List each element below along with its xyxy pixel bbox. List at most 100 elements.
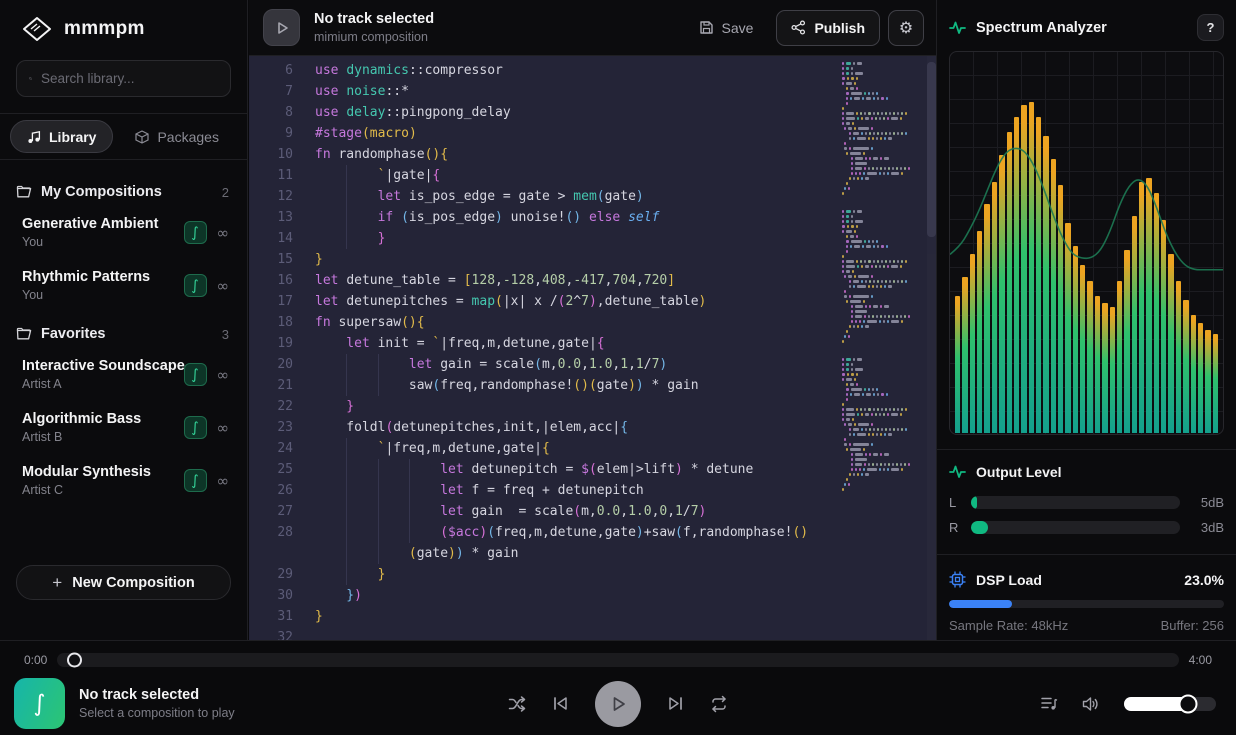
code-line[interactable]: 29}: [249, 564, 936, 585]
code-line[interactable]: 23foldl(detunepitches,init,|elem,acc|{: [249, 417, 936, 438]
code-line[interactable]: (gate)) * gain: [249, 543, 936, 564]
indent-guides: [315, 522, 440, 543]
sidebar-tabs: Library Packages: [0, 113, 247, 160]
code-line[interactable]: 19let init = `|freq,m,detune,gate|{: [249, 333, 936, 354]
code-line[interactable]: 28($acc)(freq,m,detune,gate)+saw(f,rando…: [249, 522, 936, 543]
dsp-progress-track: [949, 600, 1224, 608]
now-playing-title: No track selected: [79, 687, 235, 703]
line-number: 13: [249, 207, 293, 228]
code-line[interactable]: 24`|freq,m,detune,gate|{: [249, 438, 936, 459]
code-line[interactable]: 12let is_pos_edge = gate > mem(gate): [249, 186, 936, 207]
composition-list-item[interactable]: Rhythmic PatternsYou∫∞: [16, 259, 231, 312]
composition-list-item[interactable]: Generative AmbientYou∫∞: [16, 206, 231, 259]
composition-list-item[interactable]: Algorithmic BassArtist B∫∞: [16, 401, 231, 454]
code-line[interactable]: 13if (is_pos_edge) unoise!() else self: [249, 207, 936, 228]
help-button[interactable]: ?: [1197, 14, 1224, 41]
publish-button[interactable]: Publish: [776, 10, 880, 46]
code-line[interactable]: 11`|gate|{: [249, 165, 936, 186]
infinity-icon: ∞: [217, 277, 230, 295]
code-line[interactable]: 8use delay::pingpong_delay: [249, 102, 936, 123]
code-line[interactable]: 15}: [249, 249, 936, 270]
composition-list-item[interactable]: Modular SynthesisArtist C∫∞: [16, 454, 231, 507]
tab-library[interactable]: Library: [10, 120, 113, 153]
section-title: My Compositions: [41, 184, 213, 200]
code-line[interactable]: 20let gain = scale(m,0.0,1.0,1,1/7): [249, 354, 936, 375]
code-editor[interactable]: 6use dynamics::compressor7use noise::*8u…: [249, 56, 936, 640]
save-button[interactable]: Save: [684, 10, 769, 46]
indent-guides: [315, 228, 378, 249]
indent-guides: [315, 333, 346, 354]
code-line[interactable]: 7use noise::*: [249, 81, 936, 102]
section-header[interactable]: Favorites 3: [16, 312, 231, 348]
editor-scrollbar[interactable]: [927, 56, 936, 640]
tab-packages[interactable]: Packages: [119, 120, 234, 153]
code-line[interactable]: 10fn randomphase(){: [249, 144, 936, 165]
skip-back-icon: [552, 695, 569, 712]
code-line[interactable]: 21saw(freq,randomphase!()(gate)) * gain: [249, 375, 936, 396]
sidebar: mmmpm Library: [0, 0, 248, 640]
timeline-scrubber[interactable]: [67, 653, 82, 668]
code-line[interactable]: 26let f = freq + detunepitch: [249, 480, 936, 501]
code-line[interactable]: 17let detunepitches = map(|x| x /(2^7),d…: [249, 291, 936, 312]
play-button[interactable]: [595, 681, 641, 727]
transport-controls: [508, 681, 728, 727]
code-line[interactable]: 30}): [249, 585, 936, 606]
new-composition-button[interactable]: + New Composition: [16, 565, 231, 600]
next-track-button[interactable]: [667, 695, 684, 712]
settings-button[interactable]: ⚙: [888, 10, 924, 46]
shuffle-button[interactable]: [508, 695, 526, 713]
search-input[interactable]: [41, 71, 218, 86]
spectrum-curve: [950, 52, 1223, 434]
composition-list-item[interactable]: Interactive SoundscapeArtist A∫∞: [16, 348, 231, 401]
line-number: 12: [249, 186, 293, 207]
repeat-button[interactable]: [710, 695, 728, 713]
spectrum-title: Spectrum Analyzer: [976, 20, 1197, 36]
meter-track-r: [971, 521, 1180, 534]
code-text: }: [293, 228, 385, 249]
dsp-value: 23.0%: [1184, 572, 1224, 588]
code-text: let gain = scale(m,0.0,1.0,0,1/7): [293, 501, 706, 522]
line-number: 7: [249, 81, 293, 102]
volume-slider[interactable]: [1124, 697, 1216, 711]
volume-button[interactable]: [1082, 696, 1100, 712]
previous-track-button[interactable]: [552, 695, 569, 712]
code-line[interactable]: 18fn supersaw(){: [249, 312, 936, 333]
code-line[interactable]: 14}: [249, 228, 936, 249]
volume-knob[interactable]: [1179, 694, 1198, 713]
meter-value-l: 5dB: [1190, 495, 1224, 510]
code-line[interactable]: 22}: [249, 396, 936, 417]
infinity-icon: ∞: [217, 419, 230, 437]
section-count: 3: [222, 327, 231, 342]
code-text: use dynamics::compressor: [293, 60, 503, 81]
code-line[interactable]: 16let detune_table = [128,-128,408,-417,…: [249, 270, 936, 291]
code-line[interactable]: 27let gain = scale(m,0.0,1.0,0,1/7): [249, 501, 936, 522]
topbar-play-button[interactable]: [263, 9, 300, 46]
line-number: 25: [249, 459, 293, 480]
indent-guides: [315, 354, 409, 375]
code-line[interactable]: 6use dynamics::compressor: [249, 60, 936, 81]
search-box[interactable]: [16, 60, 231, 97]
section-title: Favorites: [41, 326, 213, 342]
editor-scrollbar-thumb[interactable]: [927, 62, 936, 237]
line-number: 17: [249, 291, 293, 312]
section-header[interactable]: My Compositions2: [16, 170, 231, 206]
meter-fill-l: [971, 496, 977, 509]
meter-value-r: 3dB: [1190, 520, 1224, 535]
player-right-controls: [1041, 696, 1216, 712]
code-line[interactable]: 9#stage(macro): [249, 123, 936, 144]
code-line[interactable]: 31}: [249, 606, 936, 627]
queue-button[interactable]: [1041, 696, 1058, 711]
timeline-track[interactable]: [57, 653, 1178, 667]
skip-forward-icon: [667, 695, 684, 712]
code-area[interactable]: 6use dynamics::compressor7use noise::*8u…: [249, 56, 936, 640]
code-line[interactable]: 32: [249, 627, 936, 640]
line-number: 31: [249, 606, 293, 627]
code-text: let detune_table = [128,-128,408,-417,70…: [293, 270, 675, 291]
package-icon: [135, 130, 149, 144]
now-playing-meta: No track selected Select a composition t…: [79, 687, 235, 720]
code-text: if (is_pos_edge) unoise!() else self: [293, 207, 659, 228]
indent-guides: [315, 585, 346, 606]
code-line[interactable]: 25let detunepitch = $(elem|>lift) * detu…: [249, 459, 936, 480]
code-text: (gate)) * gain: [293, 543, 519, 564]
indent-guides: [315, 396, 346, 417]
